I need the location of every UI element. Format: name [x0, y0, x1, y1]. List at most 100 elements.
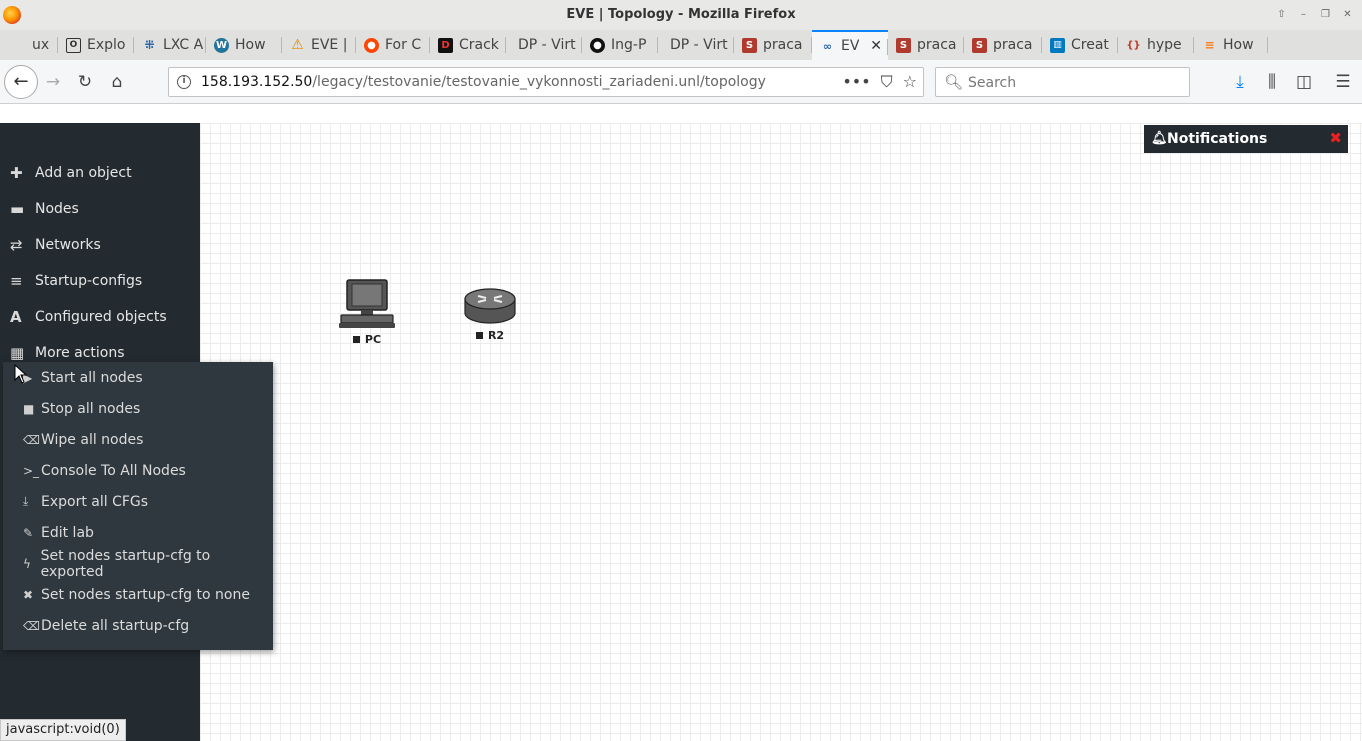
s-logo-icon: S — [896, 37, 911, 53]
tab-label: LXC A — [163, 37, 204, 53]
mouse-cursor-icon — [14, 364, 28, 384]
sidebar-item-label: Add an object — [35, 165, 132, 181]
reload-icon[interactable]: ↻ — [73, 70, 97, 94]
tab[interactable]: ● Ing-P — [582, 30, 658, 60]
search-icon: 🔍︎ — [944, 73, 964, 91]
tab[interactable]: D Crack — [430, 30, 506, 60]
stackoverflow-icon: ≡ — [1204, 37, 1215, 52]
url-text[interactable]: 158.193.152.50/legacy/testovanie/testova… — [201, 74, 766, 90]
close-notifications-icon[interactable]: ✖ — [1329, 129, 1342, 147]
node-label: PC — [336, 333, 398, 346]
tab[interactable]: ⁜ LXC A — [134, 30, 206, 60]
menu-item-start-all-nodes[interactable]: ▶ Start all nodes — [3, 362, 273, 393]
sidebar-item-configured-objects[interactable]: A Configured objects — [0, 302, 200, 332]
eraser-icon: ⌫ — [23, 432, 40, 447]
maximize-icon[interactable]: ❐ — [1319, 8, 1332, 21]
pocket-icon[interactable]: ⛉ — [881, 72, 893, 92]
back-arrow-icon[interactable]: ← — [4, 65, 38, 99]
font-a-icon: A — [10, 308, 22, 326]
tab[interactable]: ● For C — [356, 30, 430, 60]
sidebar-item-nodes[interactable]: ▬ Nodes — [0, 194, 200, 224]
menu-item-delete-all-startup-cfg[interactable]: ⌫ Delete all startup-cfg — [3, 610, 273, 641]
menu-item-wipe-all-nodes[interactable]: ⌫ Wipe all nodes — [3, 424, 273, 455]
address-bar[interactable]: i 158.193.152.50/legacy/testovanie/testo… — [168, 67, 924, 97]
node-name: R2 — [487, 329, 505, 342]
forward-arrow-icon[interactable]: → — [41, 70, 65, 94]
tab[interactable]: ux — [24, 30, 58, 60]
sidebar-item-add-object[interactable]: ✚ Add an object — [0, 158, 200, 188]
topology-canvas[interactable]: PC R2 — [200, 123, 1362, 741]
tab[interactable]: ▥ Creat — [1042, 30, 1118, 60]
o-logo-icon: O — [66, 37, 81, 53]
tab-active[interactable]: ∞ EV ✕ — [812, 30, 888, 60]
topology-node-pc[interactable]: PC — [336, 277, 398, 346]
tab-label: Crack — [459, 37, 499, 53]
sidebar-toggle-icon[interactable]: ◫ — [1292, 70, 1316, 94]
tab-label: Ing-P — [611, 37, 647, 53]
s-logo-icon: S — [742, 37, 757, 53]
search-placeholder: Search — [968, 75, 1017, 91]
search-bar[interactable]: 🔍︎ Search — [935, 67, 1190, 97]
site-info-icon[interactable]: i — [177, 75, 191, 89]
more-actions-menu: ▶ Start all nodes ■ Stop all nodes ⌫ Wip… — [3, 362, 273, 650]
menu-item-set-startup-cfg-none[interactable]: ✖ Set nodes startup-cfg to none — [3, 579, 273, 610]
tab-label: hype — [1147, 37, 1182, 53]
hamburger-menu-icon[interactable]: ☰ — [1331, 70, 1355, 94]
close-window-icon[interactable]: ✕ — [1341, 8, 1354, 21]
d-logo-icon: D — [438, 37, 453, 53]
tab[interactable]: S praca — [964, 30, 1042, 60]
tab[interactable]: W How — [206, 30, 282, 60]
menu-item-label: Set nodes startup-cfg to none — [41, 586, 250, 603]
sidebar-item-label: Configured objects — [35, 309, 167, 325]
tab[interactable]: DP - Virt — [506, 30, 582, 60]
minimize-icon[interactable]: – — [1297, 8, 1310, 21]
bolt-icon: ϟ — [23, 556, 31, 571]
tab[interactable]: O Explo — [58, 30, 134, 60]
menu-item-edit-lab[interactable]: ✎ Edit lab — [3, 517, 273, 548]
warning-icon: ⚠ — [291, 36, 304, 53]
align-left-icon: ≡ — [10, 272, 23, 290]
tab[interactable]: S praca — [888, 30, 964, 60]
tab-label: How — [1223, 37, 1254, 53]
notifications-panel: 🔔︎ Notifications ✖ — [1144, 125, 1348, 153]
tab[interactable]: {} hype — [1118, 30, 1194, 60]
page-actions-ellipsis-icon[interactable]: ••• — [842, 72, 870, 92]
menu-item-label: Delete all startup-cfg — [41, 617, 190, 634]
menu-item-stop-all-nodes[interactable]: ■ Stop all nodes — [3, 393, 273, 424]
tab-label: ux — [32, 37, 50, 53]
menu-item-set-startup-cfg-exported[interactable]: ϟ Set nodes startup-cfg to exported — [3, 548, 273, 580]
download-icon: ⤓ — [23, 494, 29, 508]
trello-icon: ▥ — [1050, 37, 1065, 53]
tab[interactable]: ≡ How — [1194, 30, 1268, 60]
topology-node-r2[interactable]: R2 — [462, 287, 518, 342]
tab[interactable]: S praca — [734, 30, 812, 60]
tab-label: For C — [385, 37, 422, 53]
downloads-icon[interactable]: ⤓ — [1228, 70, 1252, 94]
wordpress-icon: W — [214, 37, 229, 53]
sidebar-item-startup-configs[interactable]: ≡ Startup-configs — [0, 266, 200, 296]
terminal-icon: >_ — [23, 463, 40, 478]
close-tab-icon[interactable]: ✕ — [870, 38, 882, 54]
library-icon[interactable]: ⫼ — [1260, 70, 1284, 94]
sidebar-item-label: Startup-configs — [35, 273, 143, 289]
eve-link-icon: ∞ — [822, 39, 833, 53]
menu-item-label: Export all CFGs — [41, 493, 149, 510]
braces-icon: {} — [1126, 39, 1141, 51]
tab[interactable]: ⚠ EVE | — [282, 30, 356, 60]
tab[interactable]: DP - Virt — [658, 30, 734, 60]
menu-item-export-all-cfgs[interactable]: ⤓ Export all CFGs — [3, 486, 273, 517]
window-up-icon[interactable]: ⇧ — [1275, 8, 1288, 21]
url-path: /legacy/testovanie/testovanie_vykonnosti… — [312, 74, 766, 90]
tab-label: praca — [917, 37, 957, 53]
reddit-icon: ● — [364, 37, 379, 53]
menu-item-console-to-all-nodes[interactable]: >_ Console To All Nodes — [3, 455, 273, 486]
menu-item-label: Stop all nodes — [41, 400, 141, 417]
menu-item-label: Wipe all nodes — [41, 431, 144, 448]
window-title: EVE | Topology - Mozilla Firefox — [566, 7, 796, 22]
address-bar-actions: ••• ⛉ ☆ — [842, 72, 917, 92]
home-icon[interactable]: ⌂ — [105, 70, 129, 94]
sidebar-item-networks[interactable]: ⇄ Networks — [0, 230, 200, 260]
grid-icon: ▦ — [10, 344, 25, 362]
bookmark-star-icon[interactable]: ☆ — [903, 72, 917, 92]
tab-label: DP - Virt — [670, 37, 728, 53]
